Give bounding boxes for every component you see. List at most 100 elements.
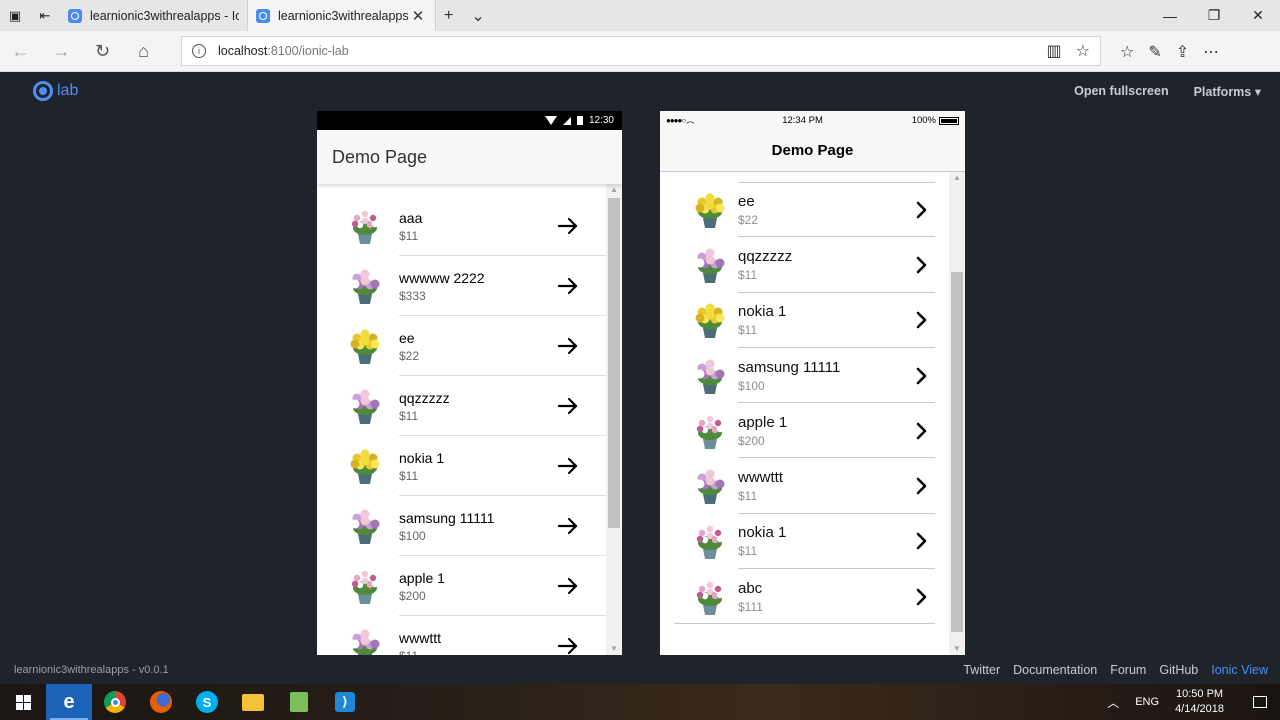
action-center-icon[interactable] [1240,696,1280,708]
skype-taskbar-button[interactable]: S [184,684,230,720]
product-item[interactable]: abc $111 [660,569,949,625]
product-thumbnail [345,626,385,655]
ionic-lab-logo[interactable]: lab [33,81,78,101]
product-item[interactable]: apple 1 $200 [660,403,949,459]
product-item[interactable]: wwwttt$11 [660,458,949,515]
maximize-icon[interactable]: ❐ [1192,0,1236,31]
chevron-right-icon[interactable] [909,308,933,332]
product-name: apple 1 [738,413,788,431]
chevron-right-icon[interactable] [909,474,933,498]
edge-taskbar-button[interactable]: e [46,684,92,720]
chrome-taskbar-button[interactable] [92,684,138,720]
scroll-up-icon[interactable]: ▲ [606,184,622,196]
product-item[interactable]: aaa $11 [317,196,606,256]
arrow-forward-icon[interactable] [556,634,580,655]
chevron-right-icon[interactable] [909,198,933,222]
ionic-view-link[interactable]: Ionic View [1211,663,1268,677]
scroll-down-icon[interactable]: ▼ [949,643,965,655]
product-item[interactable]: nokia 1 $11 [660,293,949,349]
tab-title: learnionic3withrealapps - Io [90,8,239,23]
twitter-link[interactable]: Twitter [963,663,1000,677]
forward-icon[interactable]: → [41,31,82,72]
site-info-icon[interactable]: i [192,44,206,58]
page-title: Demo Page [771,142,854,159]
product-price: $11 [738,323,758,338]
windows-logo-icon [15,694,31,710]
forum-link[interactable]: Forum [1110,663,1146,677]
chevron-right-icon[interactable] [909,364,933,388]
chevron-right-icon[interactable] [909,529,933,553]
tab-preview-chevron-icon[interactable]: ⌄ [471,6,484,26]
product-item[interactable]: wwwww 2222 $333 [317,256,606,316]
address-bar[interactable]: i localhost:8100/ionic-lab ▥ ☆ [181,36,1101,66]
back-icon[interactable]: ← [0,31,41,72]
product-item[interactable]: qqzzzzz $11 [317,376,606,436]
set-aside-tabs-icon[interactable]: ⇤ [30,0,60,31]
notepad-taskbar-button[interactable] [276,684,322,720]
arrow-forward-icon[interactable] [556,274,580,298]
favorites-hub-icon[interactable]: ☆ [1120,42,1134,62]
product-item[interactable]: ee $22 [660,182,949,238]
chevron-right-icon[interactable] [909,419,933,443]
open-fullscreen-link[interactable]: Open fullscreen [1074,84,1168,99]
product-item[interactable]: qqzzzzz $11 [660,237,949,293]
ios-scrollbar[interactable]: ▲ ▼ [949,172,965,655]
edge-icon: e [63,690,75,713]
share-icon[interactable]: ⇪ [1176,42,1189,62]
arrow-forward-icon[interactable] [556,214,580,238]
scroll-thumb[interactable] [951,272,963,632]
minimize-icon[interactable]: — [1148,0,1192,31]
arrow-forward-icon[interactable] [556,394,580,418]
arrow-forward-icon[interactable] [556,454,580,478]
product-item[interactable]: apple 1 $200 [317,556,606,616]
input-language[interactable]: ENG [1135,696,1159,708]
product-item[interactable]: nokia 1 $11 [317,436,606,496]
web-note-icon[interactable]: ✎ [1148,42,1161,62]
favorite-star-icon[interactable]: ☆ [1076,41,1090,61]
product-name: ee [738,192,755,210]
clock[interactable]: 10:50 PM 4/14/2018 [1175,687,1224,717]
url-path: :8100/ionic-lab [267,44,349,58]
documentation-link[interactable]: Documentation [1013,663,1097,677]
product-item[interactable]: nokia 1 $11 [660,514,949,570]
arrow-forward-icon[interactable] [556,334,580,358]
start-button[interactable] [0,684,46,720]
product-name: abc [738,579,763,597]
product-text: samsung 11111 $100 [399,510,556,543]
show-hidden-icons-chevron-icon[interactable]: ︿ [1107,694,1119,711]
home-icon[interactable]: ⌂ [123,31,164,72]
product-name: apple 1 [399,569,445,586]
close-window-icon[interactable]: ✕ [1236,0,1280,31]
scroll-up-icon[interactable]: ▲ [949,172,965,184]
github-link[interactable]: GitHub [1159,663,1198,677]
arrow-forward-icon[interactable] [556,514,580,538]
lab-header: lab Open fullscreen Platforms ▾ [0,72,1280,110]
android-content[interactable]: aaa $11 wwwww 2222 $333 ee $22 qqzzzzz $11 nokia… [317,184,622,655]
reading-view-icon[interactable]: ▥ [1047,41,1062,61]
browser-tab-2[interactable]: learnionic3withrealapps ✕ [248,0,436,31]
android-scrollbar[interactable]: ▲ ▼ [606,184,622,655]
more-icon[interactable]: ⋯ [1203,42,1219,62]
clock-date: 4/14/2018 [1175,703,1224,715]
scroll-thumb[interactable] [608,198,620,528]
close-tab-icon[interactable]: ✕ [409,7,427,25]
firefox-taskbar-button[interactable] [138,684,184,720]
scroll-down-icon[interactable]: ▼ [606,643,622,655]
new-tab-icon[interactable]: + [444,7,453,25]
chevron-right-icon[interactable] [909,585,933,609]
file-explorer-taskbar-button[interactable] [230,684,276,720]
product-item[interactable]: samsung 11111 $100 [317,496,606,556]
browser-tab-1[interactable]: learnionic3withrealapps - Io [60,0,248,31]
vscode-taskbar-button[interactable]: ⟩ [322,684,368,720]
product-item[interactable]: samsung 11111 $100 [660,348,949,404]
arrow-forward-icon[interactable] [556,574,580,598]
product-text: samsung 11111 $100 [738,359,909,393]
product-item[interactable]: wwwttt$11 [317,616,606,655]
ios-content[interactable]: ee $22 qqzzzzz $11 nokia 1 $11 samsung 11111 $1… [660,172,965,655]
tab-manager-icon[interactable]: ▣ [0,0,30,31]
refresh-icon[interactable]: ↻ [82,31,123,72]
signal-icon [562,116,571,125]
chevron-right-icon[interactable] [909,253,933,277]
product-item[interactable]: ee $22 [317,316,606,376]
platforms-dropdown[interactable]: Platforms ▾ [1194,84,1261,99]
